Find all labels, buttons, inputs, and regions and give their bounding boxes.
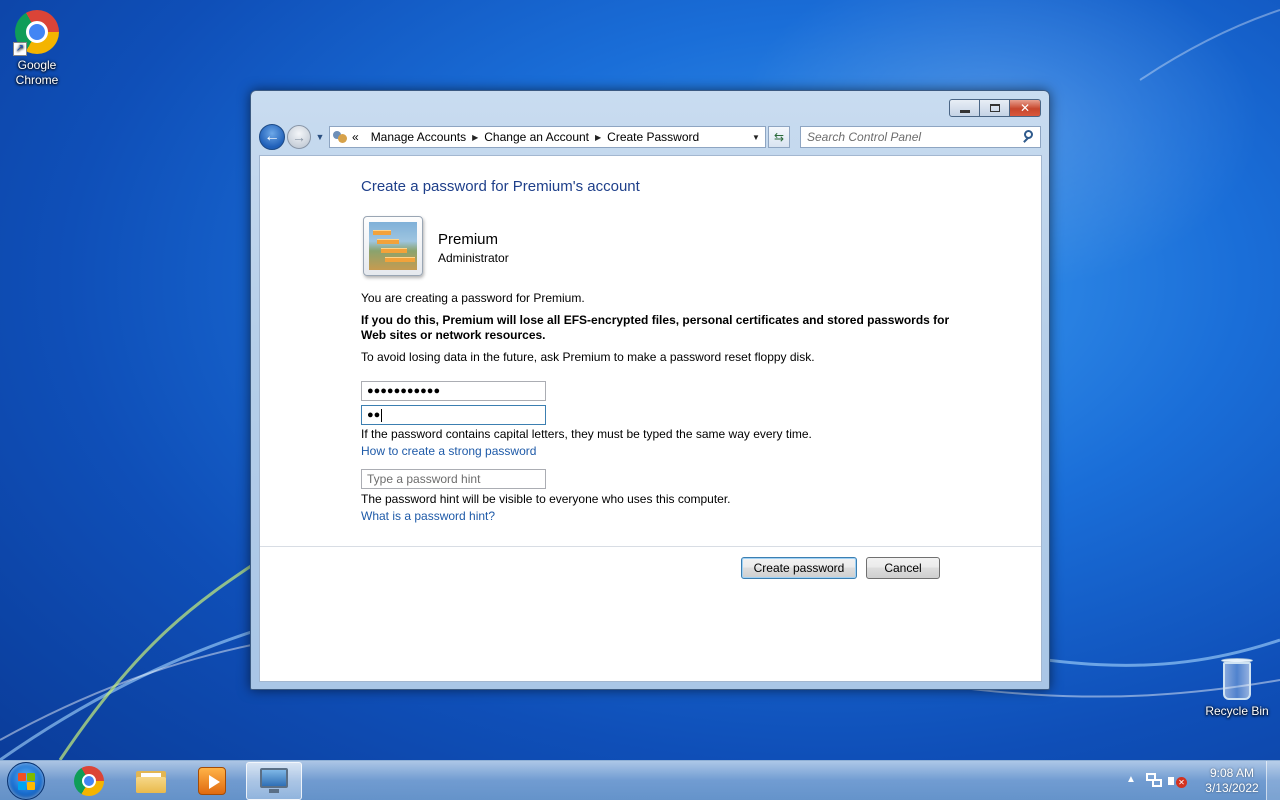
caps-note: If the password contains capital letters… (361, 427, 812, 441)
back-button[interactable]: ← (259, 124, 285, 150)
refresh-button[interactable]: ⇆ (768, 126, 790, 148)
chrome-icon: ↗ (13, 8, 61, 56)
hint-note: The password hint will be visible to eve… (361, 492, 731, 506)
start-button[interactable] (7, 762, 45, 800)
windows-explorer-icon (136, 769, 166, 793)
chrome-icon (74, 766, 104, 796)
clock-date: 3/13/2022 (1205, 781, 1259, 795)
taskbar-control-panel[interactable] (246, 762, 302, 800)
forward-arrow-icon: → (292, 129, 306, 145)
intro-text: You are creating a password for Premium. (361, 291, 585, 305)
windows-logo-icon (18, 773, 36, 791)
media-player-icon (198, 767, 226, 795)
refresh-icon: ⇆ (773, 130, 785, 144)
back-arrow-icon: ← (264, 128, 280, 145)
new-password-field[interactable]: ●●●●●●●●●●● (361, 381, 546, 401)
navigation-bar: ← → ▼ « Manage Accounts ▶ Change an Acco… (259, 124, 1041, 150)
account-picture (363, 216, 423, 276)
maximize-icon (989, 104, 1000, 112)
show-hidden-icons-button[interactable]: ▲ (1126, 774, 1136, 785)
chevron-down-icon: ▼ (752, 132, 760, 142)
breadcrumb-separator-icon[interactable]: ▶ (472, 133, 478, 142)
search-input[interactable] (801, 128, 1020, 146)
recycle-bin-icon (1219, 656, 1255, 702)
new-password-value: ●●●●●●●●●●● (367, 385, 441, 397)
content-pane: Create a password for Premium's account … (259, 155, 1042, 682)
forward-button[interactable]: → (287, 125, 311, 149)
address-dropdown-button[interactable]: ▼ (747, 127, 765, 147)
advice-text: To avoid losing data in the future, ask … (361, 350, 815, 364)
close-button[interactable]: ✕ (1010, 99, 1041, 117)
confirm-password-field[interactable]: ●● (361, 405, 546, 425)
minimize-button[interactable] (949, 99, 980, 117)
create-password-button[interactable]: Create password (741, 557, 857, 579)
system-tray: ▲ ✕ 9:08 AM 3/13/2022 (1120, 761, 1280, 800)
strong-password-link[interactable]: How to create a strong password (361, 444, 536, 459)
password-hint-field[interactable]: Type a password hint (361, 469, 546, 489)
page-title: Create a password for Premium's account (361, 178, 640, 195)
confirm-password-value: ●● (367, 409, 381, 421)
account-name: Premium (438, 231, 499, 248)
address-bar[interactable]: « Manage Accounts ▶ Change an Account ▶ … (329, 126, 766, 148)
cancel-button[interactable]: Cancel (866, 557, 940, 579)
show-desktop-button[interactable] (1266, 761, 1280, 800)
control-panel-icon (258, 766, 290, 796)
recent-pages-button[interactable]: ▼ (314, 130, 326, 144)
breadcrumb-manage-accounts[interactable]: Manage Accounts (371, 130, 466, 144)
desktop-icon-recycle-bin[interactable]: Recycle Bin (1200, 656, 1274, 719)
clock[interactable]: 9:08 AM 3/13/2022 (1198, 766, 1266, 796)
divider (260, 546, 1041, 547)
window-controls: ✕ (949, 99, 1041, 117)
desktop-icon-chrome[interactable]: ↗ Google Chrome (0, 8, 74, 88)
taskbar-media-player[interactable] (184, 762, 240, 800)
user-accounts-icon (332, 129, 348, 145)
breadcrumb-create-password[interactable]: Create Password (607, 130, 699, 144)
account-role: Administrator (438, 251, 509, 265)
password-hint-placeholder: Type a password hint (367, 472, 481, 486)
taskbar-chrome[interactable] (61, 762, 117, 800)
warning-text: If you do this, Premium will lose all EF… (361, 313, 950, 342)
minimize-icon (959, 109, 970, 113)
taskbar: ▲ ✕ 9:08 AM 3/13/2022 (0, 760, 1280, 800)
network-icon[interactable] (1146, 773, 1162, 789)
chevron-up-icon: ▲ (1126, 774, 1136, 785)
breadcrumb-overflow[interactable]: « (352, 130, 359, 144)
control-panel-window: ✕ ← → ▼ « Manage Accounts ▶ Change an Ac… (250, 90, 1050, 690)
breadcrumb-separator-icon[interactable]: ▶ (595, 133, 601, 142)
desktop-icon-label: Recycle Bin (1205, 704, 1269, 718)
volume-muted-icon[interactable]: ✕ (1168, 773, 1187, 789)
search-box[interactable] (800, 126, 1041, 148)
search-icon[interactable] (1020, 127, 1040, 147)
shortcut-arrow-icon: ↗ (13, 42, 27, 56)
close-icon: ✕ (1019, 101, 1031, 115)
breadcrumb-change-account[interactable]: Change an Account (484, 130, 589, 144)
password-hint-link[interactable]: What is a password hint? (361, 509, 495, 524)
maximize-button[interactable] (980, 99, 1010, 117)
clock-time: 9:08 AM (1209, 766, 1255, 780)
text-caret (381, 408, 383, 422)
desktop-icon-label: Google Chrome (15, 58, 59, 87)
taskbar-windows-explorer[interactable] (123, 762, 179, 800)
chevron-down-icon: ▼ (315, 132, 325, 142)
